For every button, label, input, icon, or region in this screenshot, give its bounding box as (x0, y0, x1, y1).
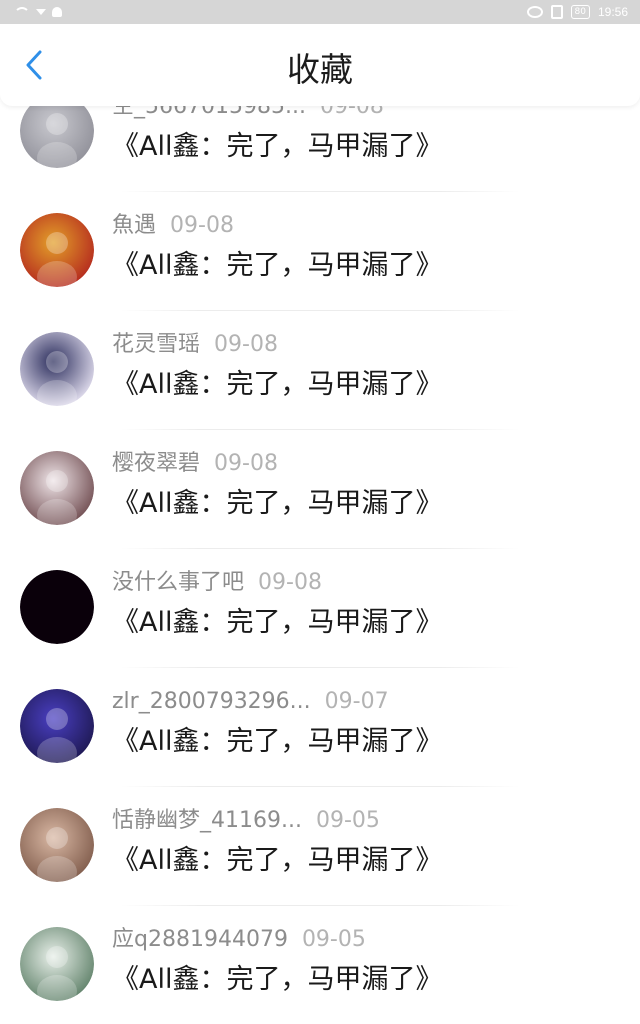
list-item[interactable]: 花灵雪瑶 09-08 《All鑫：完了，马甲漏了》 (0, 332, 640, 451)
date: 09-08 (214, 332, 278, 357)
status-left (14, 4, 62, 20)
list-item[interactable]: 樱夜翠碧 09-08 《All鑫：完了，马甲漏了》 (0, 451, 640, 570)
list-item[interactable]: zlr_2800793296... 09-07 《All鑫：完了，马甲漏了》 (0, 689, 640, 808)
avatar[interactable] (20, 689, 94, 763)
item-meta: 没什么事了吧 09-08 (112, 567, 322, 599)
date: 09-08 (170, 213, 234, 238)
divider (120, 548, 520, 549)
avatar[interactable] (20, 570, 94, 644)
item-meta: 魚遇 09-08 (112, 210, 234, 242)
status-right: 80 19:56 (526, 4, 628, 20)
avatar[interactable] (20, 213, 94, 287)
favorite-title[interactable]: 《All鑫：完了，马甲漏了》 (112, 247, 442, 285)
list-item[interactable]: 恬静幽梦_41169... 09-05 《All鑫：完了，马甲漏了》 (0, 808, 640, 927)
item-meta: 樱夜翠碧 09-08 (112, 448, 278, 480)
favorite-title[interactable]: 《All鑫：完了，马甲漏了》 (112, 723, 442, 761)
page-title: 收藏 (287, 50, 353, 89)
item-meta: zlr_2800793296... 09-07 (112, 686, 389, 718)
divider (120, 905, 520, 906)
date: 09-08 (214, 451, 278, 476)
date: 09-05 (315, 808, 380, 833)
list-item[interactable]: 空_5667015985... 09-08 《All鑫：完了，马甲漏了》 (0, 94, 640, 213)
date: 09-07 (324, 689, 389, 714)
divider (120, 786, 520, 787)
list-item[interactable]: 魚遇 09-08 《All鑫：完了，马甲漏了》 (0, 213, 640, 332)
divider (120, 667, 520, 668)
favorite-title[interactable]: 《All鑫：完了，马甲漏了》 (112, 128, 442, 166)
avatar[interactable] (20, 927, 94, 1001)
app-root: 80 19:56 收藏 空_5667015985... 09-08 《All鑫：完了… (0, 0, 640, 1024)
favorite-title[interactable]: 《All鑫：完了，马甲漏了》 (112, 366, 442, 404)
item-meta: 花灵雪瑶 09-08 (112, 329, 278, 361)
username[interactable]: 没什么事了吧 (112, 570, 244, 595)
wifi-icon (14, 6, 30, 18)
username[interactable]: 花灵雪瑶 (112, 332, 200, 357)
favorites-list: 空_5667015985... 09-08 《All鑫：完了，马甲漏了》 魚遇 09-0… (0, 0, 640, 1024)
avatar[interactable] (20, 808, 94, 882)
favorite-title[interactable]: 《All鑫：完了，马甲漏了》 (112, 961, 442, 999)
username[interactable]: 樱夜翠碧 (112, 451, 200, 476)
status-time: 19:56 (597, 5, 628, 19)
battery-icon: 80 (570, 5, 590, 19)
header: 收藏 (0, 24, 640, 106)
avatar[interactable] (20, 451, 94, 525)
avatar[interactable] (20, 332, 94, 406)
username[interactable]: 应q2881944079 (112, 927, 288, 952)
divider (120, 310, 520, 311)
vibrate-icon (550, 5, 563, 19)
list-item[interactable]: 应q2881944079 09-05 《All鑫：完了，马甲漏了》 (0, 927, 640, 1024)
divider (120, 429, 520, 430)
status-bar: 80 19:56 (0, 0, 640, 24)
username[interactable]: 恬静幽梦_41169... (112, 808, 302, 833)
date: 09-08 (258, 570, 322, 595)
favorite-title[interactable]: 《All鑫：完了，马甲漏了》 (112, 604, 442, 642)
favorite-title[interactable]: 《All鑫：完了，马甲漏了》 (112, 485, 442, 523)
date: 09-05 (301, 927, 366, 952)
android-icon (52, 7, 62, 17)
eye-icon (526, 6, 543, 18)
list-item[interactable]: 没什么事了吧 09-08 《All鑫：完了，马甲漏了》 (0, 570, 640, 689)
divider (120, 191, 520, 192)
username[interactable]: 魚遇 (112, 213, 156, 238)
item-meta: 应q2881944079 09-05 (112, 924, 366, 956)
username[interactable]: zlr_2800793296... (112, 689, 311, 714)
hourglass-icon (36, 9, 46, 15)
favorite-title[interactable]: 《All鑫：完了，马甲漏了》 (112, 842, 442, 880)
item-meta: 恬静幽梦_41169... 09-05 (112, 805, 380, 837)
